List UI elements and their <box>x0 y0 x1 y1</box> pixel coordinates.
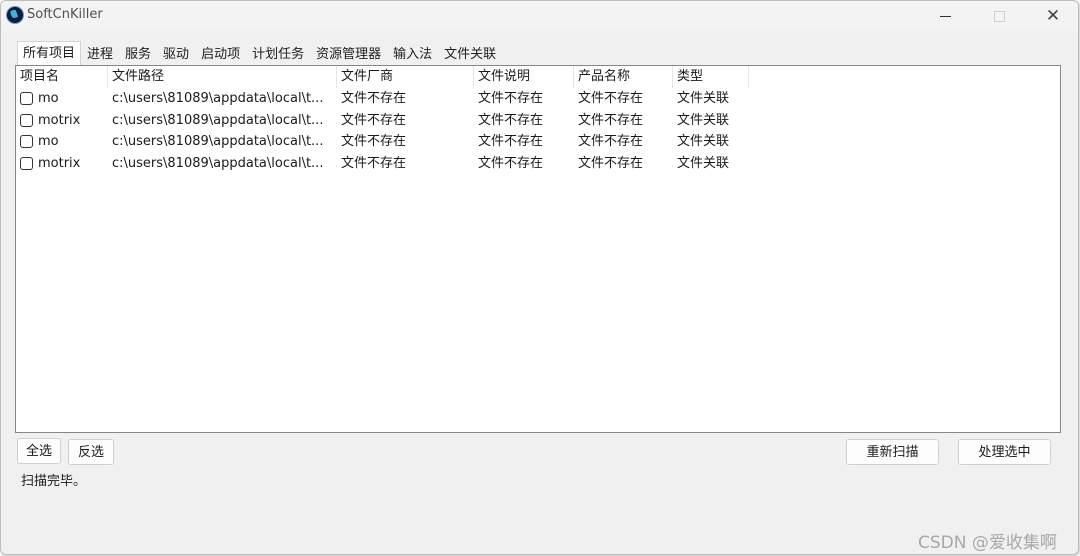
row-product: 文件不存在 <box>578 112 644 128</box>
app-logo-icon <box>6 6 24 24</box>
status-text: 扫描完毕。 <box>21 474 87 489</box>
row-path: c:\users\81089\appdata\local\t... <box>112 155 324 171</box>
minimize-button[interactable] <box>922 1 968 31</box>
close-icon: ✕ <box>1045 6 1061 26</box>
row-path: c:\users\81089\appdata\local\t... <box>112 134 324 149</box>
row-path: c:\users\81089\appdata\local\t... <box>112 112 324 128</box>
tab-services[interactable]: 服务 <box>119 43 158 65</box>
table-row[interactable]: mo c:\users\81089\appdata\local\t... 文件不… <box>16 131 1060 153</box>
process-selected-button[interactable]: 处理选中 <box>958 439 1051 465</box>
rescan-button[interactable]: 重新扫描 <box>846 439 939 465</box>
row-vendor: 文件不存在 <box>341 134 407 149</box>
tab-startup[interactable]: 启动项 <box>195 43 247 65</box>
window-title: SoftCnKiller <box>27 7 103 22</box>
row-type: 文件关联 <box>677 112 730 128</box>
row-name: motrix <box>38 112 81 128</box>
tab-all-items[interactable]: 所有项目 <box>17 41 82 65</box>
row-description: 文件不存在 <box>478 91 544 106</box>
row-description: 文件不存在 <box>478 134 544 149</box>
row-type: 文件关联 <box>677 134 730 149</box>
minimize-icon <box>939 15 951 17</box>
maximize-icon <box>993 10 1005 22</box>
tab-input-method[interactable]: 输入法 <box>387 43 439 65</box>
maximize-button[interactable] <box>976 1 1022 31</box>
app-window: SoftCnKiller ✕ 所有项目 进程 服务 驱动 启动项 计划任务 资源… <box>0 0 1079 555</box>
row-description: 文件不存在 <box>478 155 544 171</box>
row-vendor: 文件不存在 <box>341 112 407 128</box>
row-product: 文件不存在 <box>578 134 644 149</box>
table-row[interactable]: mo c:\users\81089\appdata\local\t... 文件不… <box>16 88 1060 110</box>
row-vendor: 文件不存在 <box>341 91 407 106</box>
table-row[interactable]: motrix c:\users\81089\appdata\local\t...… <box>16 153 1060 175</box>
row-name: motrix <box>38 155 81 171</box>
tab-file-association[interactable]: 文件关联 <box>438 43 503 65</box>
row-type: 文件关联 <box>677 155 730 171</box>
table-row[interactable]: motrix c:\users\81089\appdata\local\t...… <box>16 110 1060 132</box>
row-vendor: 文件不存在 <box>341 155 407 171</box>
row-checkbox[interactable] <box>20 113 33 127</box>
list-header: 项目名 文件路径 文件厂商 文件说明 产品名称 类型 <box>16 66 1060 88</box>
tab-explorer[interactable]: 资源管理器 <box>310 43 388 65</box>
row-checkbox[interactable] <box>20 135 33 148</box>
column-header-path[interactable]: 文件路径 <box>108 66 337 88</box>
column-header-description[interactable]: 文件说明 <box>474 66 574 88</box>
tab-drivers[interactable]: 驱动 <box>157 43 196 65</box>
column-header-type[interactable]: 类型 <box>673 66 749 88</box>
row-checkbox[interactable] <box>20 156 33 170</box>
invert-selection-button[interactable]: 反选 <box>68 439 114 465</box>
results-list[interactable]: 项目名 文件路径 文件厂商 文件说明 产品名称 类型 mo c:\users\8… <box>15 65 1061 433</box>
tab-scheduled-tasks[interactable]: 计划任务 <box>246 43 311 65</box>
row-name: mo <box>38 91 59 106</box>
row-description: 文件不存在 <box>478 112 544 128</box>
row-path: c:\users\81089\appdata\local\t... <box>112 91 324 106</box>
select-all-button[interactable]: 全选 <box>17 438 61 464</box>
tab-bar: 所有项目 进程 服务 驱动 启动项 计划任务 资源管理器 输入法 文件关联 <box>17 41 503 65</box>
title-bar[interactable]: SoftCnKiller ✕ <box>1 1 1078 31</box>
tab-processes[interactable]: 进程 <box>81 43 120 65</box>
close-button[interactable]: ✕ <box>1030 1 1076 31</box>
row-type: 文件关联 <box>677 91 730 106</box>
row-product: 文件不存在 <box>578 155 644 171</box>
watermark: CSDN @爱收集啊 <box>918 533 1057 553</box>
row-product: 文件不存在 <box>578 91 644 106</box>
column-header-name[interactable]: 项目名 <box>16 66 108 88</box>
row-checkbox[interactable] <box>20 92 33 105</box>
column-header-vendor[interactable]: 文件厂商 <box>337 66 474 88</box>
row-name: mo <box>38 134 59 149</box>
column-header-product[interactable]: 产品名称 <box>574 66 673 88</box>
